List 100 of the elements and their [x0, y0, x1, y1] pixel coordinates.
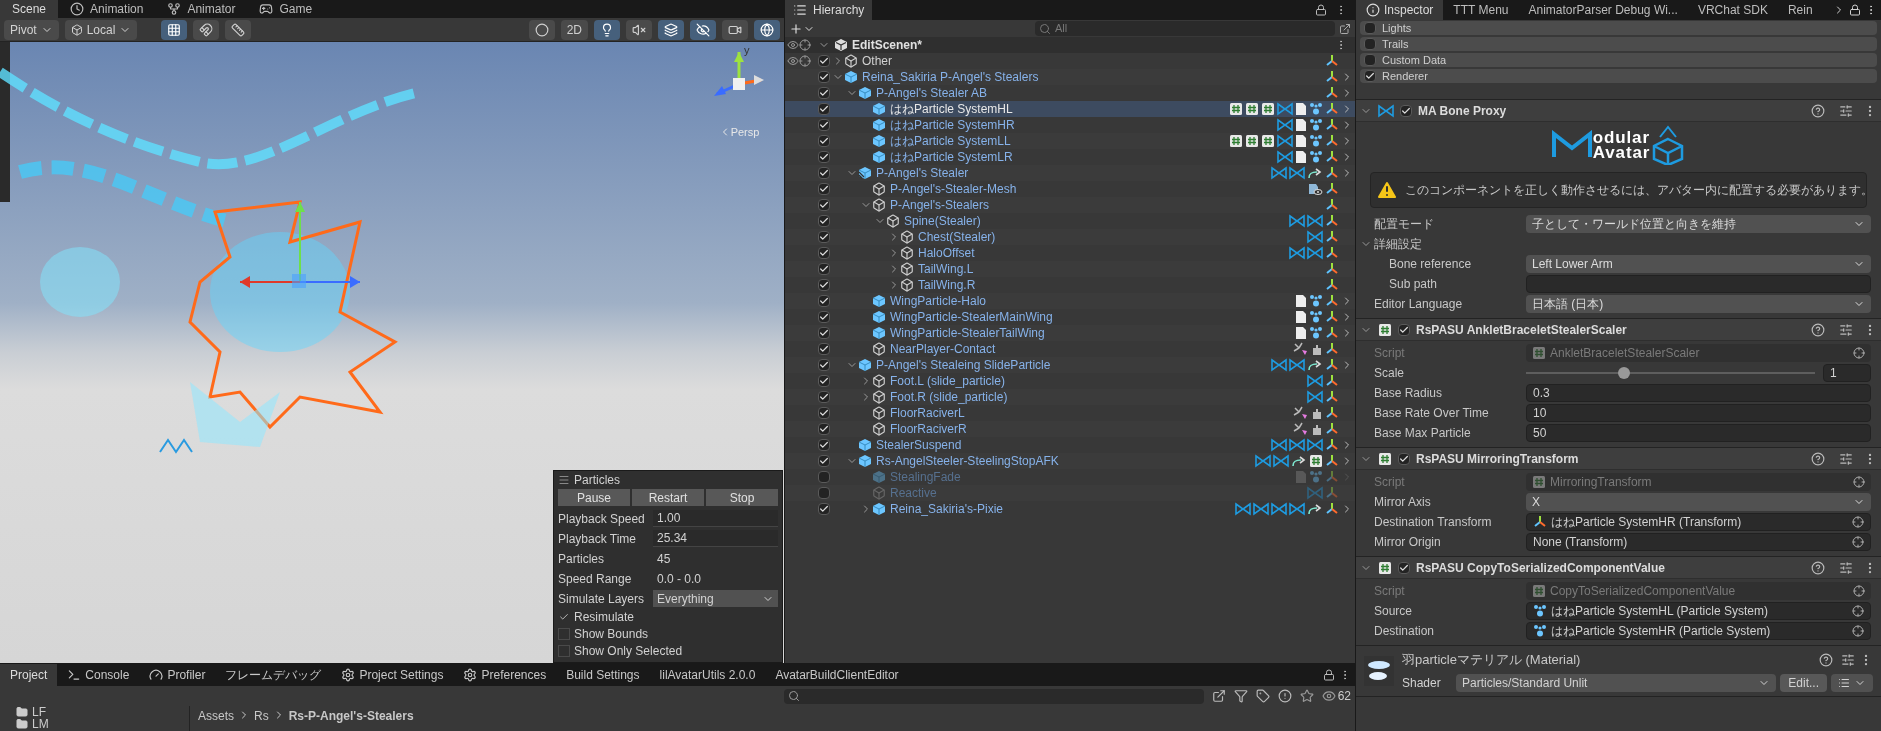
active-checkbox[interactable] — [818, 103, 830, 115]
snap-toggle[interactable] — [193, 19, 220, 40]
active-checkbox[interactable] — [818, 455, 830, 467]
active-checkbox[interactable] — [818, 231, 830, 243]
module-row[interactable]: Custom Data — [1360, 53, 1877, 67]
module-checkbox[interactable] — [1364, 54, 1376, 66]
active-checkbox[interactable] — [818, 503, 830, 515]
object-field[interactable]: はねParticle SystemHR (Particle System) — [1526, 622, 1871, 640]
search-field[interactable] — [783, 688, 1204, 704]
object-field[interactable]: None (Transform) — [1526, 533, 1871, 551]
breadcrumb-item[interactable]: Rs-P-Angel's-Stealers — [288, 707, 414, 725]
breadcrumb-item[interactable]: Rs — [254, 707, 269, 725]
window-tab[interactable]: Project Settings — [331, 664, 454, 686]
window-tab[interactable]: lilAvatarUtils 2.0.0 — [649, 664, 766, 686]
grid-toggle[interactable] — [161, 19, 188, 40]
layers-dropdown[interactable]: Everything — [653, 590, 778, 607]
active-checkbox[interactable] — [818, 311, 830, 323]
2d-toggle[interactable]: 2D — [560, 19, 588, 40]
active-checkbox[interactable] — [818, 439, 830, 451]
pivot-dropdown[interactable]: Pivot — [4, 19, 59, 40]
active-checkbox[interactable] — [818, 391, 830, 403]
value-field[interactable]: 1.00 — [653, 510, 778, 527]
option-checkbox[interactable] — [558, 628, 570, 640]
input-field[interactable]: 10 — [1526, 404, 1871, 422]
component-header[interactable]: RsPASU MirroringTransform — [1356, 448, 1881, 470]
object-field[interactable]: はねParticle SystemHR (Transform) — [1526, 513, 1871, 531]
window-tab[interactable]: フレームデバッグ — [215, 664, 332, 686]
option-checkbox[interactable] — [558, 611, 570, 623]
active-checkbox[interactable] — [818, 87, 830, 99]
window-tab[interactable]: Rein — [1777, 0, 1823, 20]
active-checkbox[interactable] — [818, 471, 830, 483]
edit-button[interactable]: Edit... — [1780, 673, 1827, 692]
search-field[interactable]: All — [1035, 21, 1335, 36]
active-checkbox[interactable] — [818, 151, 830, 163]
input-field[interactable]: 0.3 — [1526, 384, 1871, 402]
module-checkbox[interactable] — [1364, 38, 1376, 50]
space-dropdown[interactable]: Local — [64, 19, 138, 40]
window-tab[interactable]: Profiler — [139, 664, 216, 686]
module-row[interactable]: Renderer — [1360, 69, 1877, 83]
window-tab[interactable]: AvatarBuildClientEditor — [765, 664, 909, 686]
ruler-toggle[interactable] — [225, 19, 252, 40]
active-checkbox[interactable] — [818, 279, 830, 291]
hierarchy-row[interactable]: はねParticle SystemHL — [785, 101, 1355, 117]
enabled-checkbox[interactable] — [1398, 452, 1410, 465]
active-checkbox[interactable] — [818, 71, 830, 83]
window-tab[interactable]: VRChat SDK — [1687, 0, 1778, 20]
window-tab[interactable]: Hierarchy — [785, 0, 873, 20]
active-checkbox[interactable] — [818, 119, 830, 131]
active-checkbox[interactable] — [818, 359, 830, 371]
hidden-toggle[interactable] — [690, 19, 716, 40]
active-checkbox[interactable] — [818, 199, 830, 211]
object-field[interactable]: はねParticle SystemHL (Particle System) — [1526, 602, 1871, 620]
window-tab[interactable]: Animator — [155, 0, 248, 18]
create-button[interactable] — [789, 21, 815, 36]
window-tab[interactable]: Inspector — [1356, 0, 1444, 20]
shader-dropdown[interactable]: Particles/Standard Unlit — [1456, 673, 1777, 692]
input-field[interactable]: 50 — [1526, 424, 1871, 442]
active-checkbox[interactable] — [818, 375, 830, 387]
active-checkbox[interactable] — [818, 295, 830, 307]
window-tab[interactable]: Scene — [0, 0, 59, 18]
scene-viewport[interactable]: y Persp Particles Pause Restart Stop Playback Speed 1.00 Playback Time 25.34 Particles 45 Speed Range 0.0 - 0.0 Simulate Layers Everything Resimulate Show Bounds Show Only Selected — [0, 42, 784, 663]
playback-button[interactable]: Pause — [558, 489, 630, 506]
window-tab[interactable]: Animation — [58, 0, 156, 18]
active-checkbox[interactable] — [818, 343, 830, 355]
module-checkbox[interactable] — [1364, 70, 1376, 82]
gizmos-toggle[interactable] — [754, 19, 780, 40]
window-tab[interactable]: Console — [57, 664, 140, 686]
playback-button[interactable]: Stop — [706, 489, 778, 506]
slider-thumb[interactable] — [1618, 367, 1631, 379]
dropdown-field[interactable]: X — [1526, 493, 1871, 511]
camera-toggle[interactable] — [722, 19, 748, 40]
list-dropdown-button[interactable] — [1831, 673, 1873, 692]
dropdown-field[interactable]: 子として・ワールド位置と向きを維持 — [1526, 215, 1871, 233]
active-checkbox[interactable] — [818, 327, 830, 339]
module-checkbox[interactable] — [1364, 22, 1376, 34]
audio-toggle[interactable] — [626, 19, 652, 40]
window-tab[interactable]: Build Settings — [556, 664, 650, 686]
active-checkbox[interactable] — [818, 263, 830, 275]
shading-toggle[interactable] — [528, 19, 555, 40]
folder-name[interactable]: LM — [32, 718, 49, 730]
window-tab[interactable]: Project — [0, 664, 58, 686]
enabled-checkbox[interactable] — [1398, 323, 1410, 336]
window-tab[interactable]: AnimatorParser Debug Wi... — [1518, 0, 1688, 20]
value-field[interactable]: 25.34 — [653, 530, 778, 547]
input-field[interactable]: 1 — [1823, 364, 1871, 382]
window-tab[interactable]: Game — [247, 0, 325, 18]
component-header[interactable]: MA Bone Proxy — [1356, 100, 1881, 122]
enabled-checkbox[interactable] — [1400, 104, 1412, 117]
active-checkbox[interactable] — [818, 407, 830, 419]
module-row[interactable]: Lights — [1360, 21, 1877, 35]
breadcrumb-item[interactable]: Assets — [198, 707, 234, 725]
option-checkbox[interactable] — [558, 645, 570, 657]
active-checkbox[interactable] — [818, 135, 830, 147]
module-row[interactable]: Trails — [1360, 37, 1877, 51]
active-checkbox[interactable] — [818, 215, 830, 227]
effects-toggle[interactable] — [658, 19, 684, 40]
light-toggle[interactable] — [594, 19, 620, 40]
foldout-label[interactable]: 詳細設定 — [1374, 235, 1422, 253]
active-checkbox[interactable] — [818, 55, 830, 67]
active-checkbox[interactable] — [818, 167, 830, 179]
